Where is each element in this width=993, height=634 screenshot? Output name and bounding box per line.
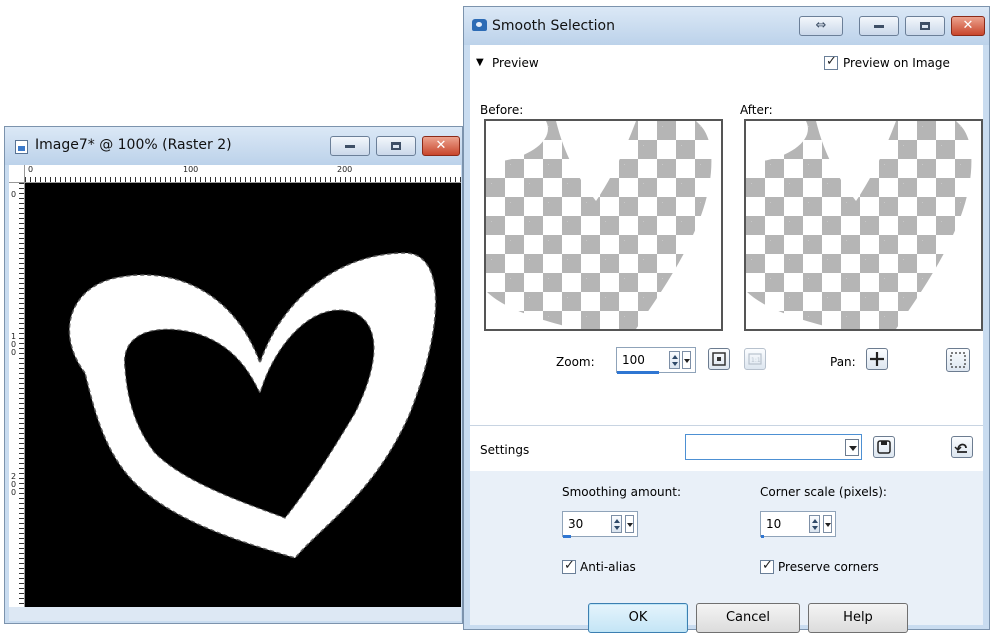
ruler-label-h-0: 0: [28, 165, 34, 174]
close-icon: ✕: [435, 138, 447, 153]
restore-toggle-button[interactable]: ⇔: [799, 16, 843, 36]
minimize-icon: [345, 145, 355, 148]
zoom-slider-indicator[interactable]: [617, 371, 659, 374]
save-preset-button[interactable]: [873, 436, 895, 458]
zoom-spinner[interactable]: 100: [616, 347, 696, 374]
dropdown-arrow-icon[interactable]: [625, 515, 634, 533]
settings-label: Settings: [480, 443, 530, 457]
ruler-label-v-0: 0: [11, 190, 17, 199]
spinner-arrows-icon[interactable]: [809, 515, 820, 533]
triangle-collapse-icon[interactable]: ▼: [476, 57, 484, 68]
dialog-maximize-button[interactable]: [905, 16, 945, 36]
zoom-fit-icon: [712, 352, 726, 366]
maximize-icon: [920, 22, 930, 30]
pan-button[interactable]: [866, 348, 888, 370]
corner-scale-value: 10: [766, 517, 782, 531]
ruler-label-v-100: 1 0 0: [11, 332, 17, 357]
marquee-button[interactable]: [946, 348, 970, 372]
image-canvas[interactable]: [25, 183, 461, 607]
smoothing-slider-indicator[interactable]: [563, 535, 571, 538]
before-preview-selection: [486, 121, 721, 329]
zoom-actual-button[interactable]: 1:1: [744, 348, 766, 370]
horizontal-scrollbar[interactable]: [9, 607, 461, 621]
after-preview[interactable]: [744, 119, 983, 331]
dropdown-arrow-icon[interactable]: [682, 351, 691, 369]
settings-preset-combo[interactable]: [685, 434, 862, 460]
smoothing-amount-label: Smoothing amount:: [562, 485, 682, 499]
ruler-label-h-100: 100: [183, 165, 199, 174]
dialog-minimize-button[interactable]: [859, 16, 899, 36]
spinner-arrows-icon[interactable]: [669, 351, 680, 369]
zoom-label: Zoom:: [556, 355, 595, 369]
svg-text:1:1: 1:1: [751, 357, 761, 364]
minimize-button[interactable]: [330, 136, 370, 156]
smooth-selection-dialog: Smooth Selection ⇔ ✕ ▼ Preview Preview o…: [463, 6, 990, 633]
reset-button[interactable]: [951, 436, 973, 458]
save-preset-icon: [877, 440, 891, 454]
zoom-value: 100: [622, 353, 645, 367]
dropdown-arrow-icon[interactable]: [823, 515, 832, 533]
ruler-label-h-200: 200: [337, 165, 353, 174]
heart-shape: [68, 252, 437, 559]
close-button[interactable]: ✕: [422, 136, 460, 156]
ok-button[interactable]: OK: [588, 603, 688, 633]
before-preview[interactable]: [484, 119, 723, 331]
options-panel: Smoothing amount: 30 Corner scale (pixel…: [470, 471, 983, 633]
ruler-label-v-200: 2 0 0: [11, 472, 17, 497]
before-label: Before:: [480, 103, 524, 117]
vertical-ruler: 0 1 0 0 2 0 0: [9, 183, 25, 619]
reset-icon: [954, 443, 967, 453]
maximize-icon: [391, 142, 401, 150]
marquee-icon: [950, 352, 966, 368]
after-preview-selection: [746, 121, 981, 329]
image-window: Image7* @ 100% (Raster 2) ✕ 0 100 200 0 …: [4, 126, 463, 624]
dialog-body: ▼ Preview Preview on Image Before: After…: [470, 45, 983, 633]
app-icon: [472, 19, 487, 31]
preview-on-image-label: Preview on Image: [843, 56, 950, 70]
zoom-fit-button[interactable]: [708, 348, 730, 370]
anti-alias-checkbox[interactable]: [562, 558, 576, 574]
anti-alias-label: Anti-alias: [580, 560, 636, 574]
maximize-button[interactable]: [376, 136, 416, 156]
ruler-corner: [9, 165, 25, 183]
corner-scale-spinner[interactable]: 10: [760, 511, 836, 538]
preview-on-image-checkbox[interactable]: [824, 54, 838, 70]
pan-icon: [870, 352, 884, 366]
preview-section-toggle[interactable]: Preview: [492, 56, 539, 70]
dialog-title: Smooth Selection: [492, 18, 615, 34]
minimize-icon: [874, 25, 884, 28]
smoothing-amount-spinner[interactable]: 30: [562, 511, 638, 538]
zoom-actual-icon: 1:1: [748, 353, 762, 365]
pan-label: Pan:: [830, 355, 856, 369]
corner-scale-label: Corner scale (pixels):: [760, 485, 887, 499]
cancel-button[interactable]: Cancel: [696, 603, 800, 633]
dialog-titlebar[interactable]: Smooth Selection ⇔ ✕: [464, 7, 989, 45]
corner-scale-slider-indicator[interactable]: [761, 535, 764, 538]
smoothing-amount-value: 30: [568, 517, 584, 531]
document-icon: [15, 140, 28, 154]
spinner-arrows-icon[interactable]: [611, 515, 622, 533]
image-window-titlebar[interactable]: Image7* @ 100% (Raster 2) ✕: [5, 127, 462, 165]
dialog-close-button[interactable]: ✕: [951, 16, 985, 36]
help-button[interactable]: Help: [808, 603, 908, 633]
close-icon: ✕: [962, 18, 974, 33]
restore-toggle-icon: ⇔: [815, 18, 827, 33]
image-window-title: Image7* @ 100% (Raster 2): [35, 137, 232, 153]
after-label: After:: [740, 103, 773, 117]
preserve-corners-label: Preserve corners: [778, 560, 879, 574]
horizontal-ruler: 0 100 200: [25, 165, 461, 183]
preserve-corners-checkbox[interactable]: [760, 558, 774, 574]
dropdown-arrow-icon[interactable]: [845, 439, 859, 456]
